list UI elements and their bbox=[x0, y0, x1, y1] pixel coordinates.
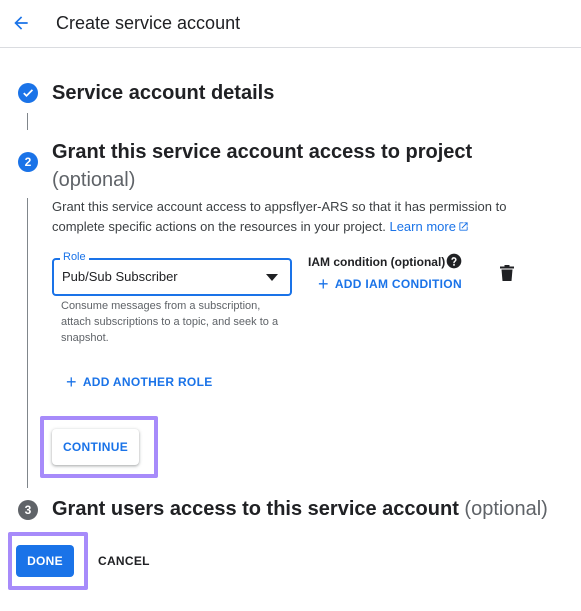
continue-button[interactable]: CONTINUE bbox=[52, 429, 139, 465]
plus-icon: + bbox=[318, 274, 329, 294]
arrow-back-icon bbox=[14, 16, 28, 30]
step-1-check-icon bbox=[18, 83, 38, 103]
step-connector bbox=[27, 113, 28, 130]
step-2-optional: (optional) bbox=[52, 169, 136, 191]
dropdown-arrow-icon bbox=[266, 274, 278, 281]
add-another-role-button[interactable]: + ADD ANOTHER ROLE bbox=[66, 372, 213, 392]
page-header: Create service account bbox=[0, 0, 581, 48]
delete-icon[interactable] bbox=[500, 265, 514, 281]
role-description: Consume messages from a subscription, at… bbox=[61, 300, 279, 344]
step-2-number: 2 bbox=[18, 152, 38, 172]
step-3-number: 3 bbox=[18, 500, 38, 520]
iam-condition-label: IAM condition (optional) bbox=[308, 255, 446, 269]
step-2-title: Grant this service account access to pro… bbox=[52, 141, 473, 191]
cancel-button[interactable]: CANCEL bbox=[98, 554, 150, 568]
role-label: Role bbox=[60, 251, 89, 263]
help-icon[interactable] bbox=[446, 253, 462, 269]
learn-more-link[interactable]: Learn more bbox=[389, 219, 468, 234]
add-iam-condition-button[interactable]: + ADD IAM CONDITION bbox=[318, 274, 462, 294]
page-title: Create service account bbox=[56, 13, 241, 33]
done-button[interactable]: DONE bbox=[16, 545, 74, 577]
external-link-icon bbox=[459, 222, 468, 231]
role-select[interactable]: Role Pub/Sub Subscriber bbox=[52, 251, 292, 296]
plus-icon: + bbox=[66, 372, 77, 392]
step-3-title[interactable]: Grant users access to this service accou… bbox=[52, 498, 548, 521]
grant-description: Grant this service account access to app… bbox=[52, 199, 507, 234]
step-1-title[interactable]: Service account details bbox=[52, 82, 274, 105]
back-button[interactable] bbox=[8, 10, 34, 36]
step-connector bbox=[27, 198, 28, 488]
role-value: Pub/Sub Subscriber bbox=[62, 269, 178, 284]
step-3-optional: (optional) bbox=[464, 498, 548, 520]
create-service-account-page: Create service account Service account d… bbox=[0, 0, 581, 611]
